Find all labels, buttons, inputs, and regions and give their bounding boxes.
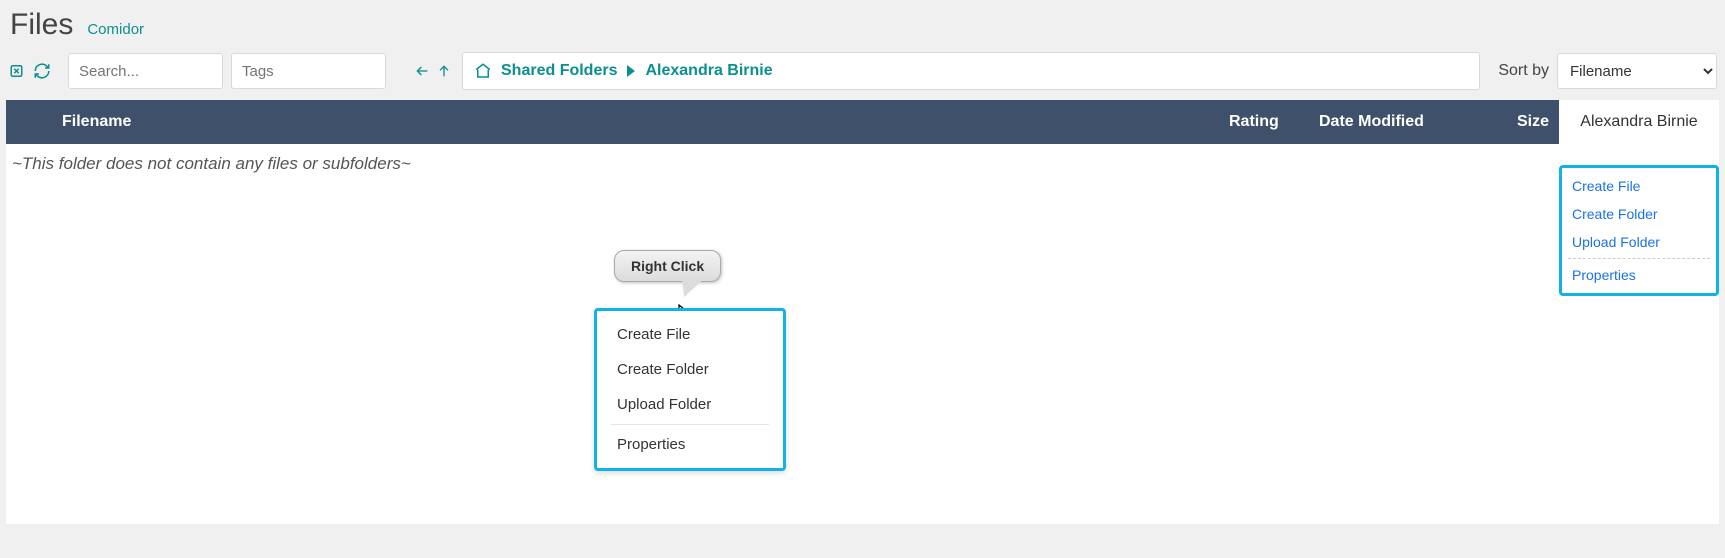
right-click-tooltip: Right Click [614, 250, 721, 282]
panel-create-file[interactable]: Create File [1562, 172, 1716, 200]
search-input[interactable] [68, 53, 223, 89]
actions-panel: Create File Create Folder Upload Folder … [1559, 165, 1719, 296]
page-header: Files Comidor [0, 0, 1725, 48]
chevron-right-icon [627, 65, 635, 77]
sort-label: Sort by [1498, 62, 1549, 80]
col-rating[interactable]: Rating [1229, 113, 1319, 131]
panel-properties[interactable]: Properties [1562, 261, 1716, 289]
clear-filter-icon[interactable] [8, 61, 28, 81]
nav-up-icon[interactable] [434, 61, 454, 81]
nav-back-icon[interactable] [412, 61, 432, 81]
tags-input[interactable] [231, 53, 386, 89]
menu-upload-folder[interactable]: Upload Folder [597, 387, 783, 422]
table-header: Filename Rating Date Modified Size Alexa… [6, 100, 1719, 144]
breadcrumb: Shared Folders Alexandra Birnie [462, 52, 1480, 90]
breadcrumb-current[interactable]: Alexandra Birnie [645, 62, 772, 80]
file-table: Filename Rating Date Modified Size Alexa… [6, 100, 1719, 524]
menu-divider [611, 424, 769, 425]
refresh-icon[interactable] [32, 61, 52, 81]
context-menu: Create File Create Folder Upload Folder … [594, 308, 786, 471]
page-title: Files [10, 8, 73, 42]
panel-create-folder[interactable]: Create Folder [1562, 200, 1716, 228]
empty-folder-message: ~This folder does not contain any files … [12, 154, 1719, 174]
toolbar: Shared Folders Alexandra Birnie Sort by … [0, 48, 1725, 100]
panel-upload-folder[interactable]: Upload Folder [1562, 228, 1716, 256]
sort-select[interactable]: Filename [1557, 53, 1717, 89]
col-date[interactable]: Date Modified [1319, 113, 1489, 131]
breadcrumb-root[interactable]: Shared Folders [501, 62, 617, 80]
page-subtitle: Comidor [87, 21, 144, 38]
menu-create-file[interactable]: Create File [597, 317, 783, 352]
menu-create-folder[interactable]: Create Folder [597, 352, 783, 387]
panel-divider [1568, 258, 1710, 259]
home-icon[interactable] [473, 61, 493, 81]
col-user: Alexandra Birnie [1559, 100, 1719, 144]
col-filename[interactable]: Filename [6, 113, 1229, 131]
table-body[interactable]: ~This folder does not contain any files … [6, 144, 1719, 524]
col-size[interactable]: Size [1489, 113, 1559, 131]
menu-properties[interactable]: Properties [597, 427, 783, 462]
